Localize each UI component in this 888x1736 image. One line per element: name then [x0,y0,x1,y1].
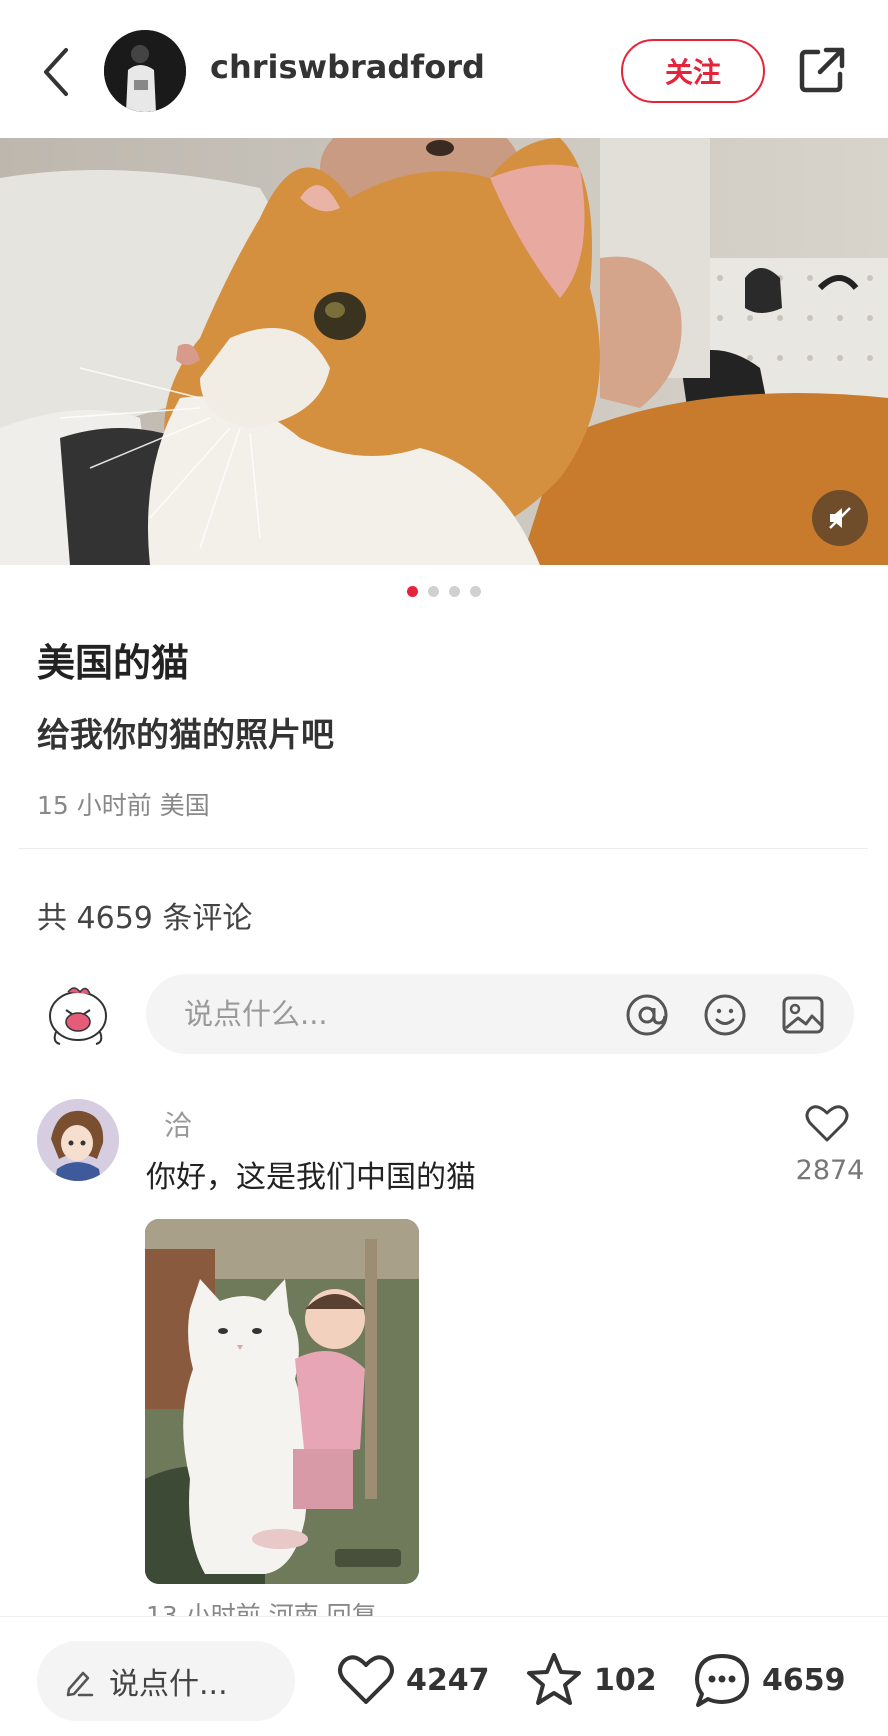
favorite-count: 102 [594,1662,657,1698]
say-something-label: 说点什... [109,1667,228,1702]
heart-icon [338,1655,394,1704]
comments-count: 共 4659 条评论 [37,901,253,936]
pagination-dot[interactable] [470,586,481,597]
comment-like-count: 2874 [795,1155,865,1186]
post-meta: 15 小时前 美国 [37,791,210,820]
comment-button[interactable]: 4659 [692,1647,846,1713]
mute-toggle[interactable] [812,490,868,546]
favorite-button[interactable]: 102 [524,1647,657,1713]
author-avatar[interactable] [104,30,186,112]
speaker-muted-icon [829,507,851,529]
pagination-dot[interactable] [407,586,418,597]
follow-button[interactable]: 关注 [621,39,765,103]
commenter-avatar[interactable] [37,1099,119,1181]
comment-text: 你好，这是我们中国的猫 [146,1160,476,1195]
mention-icon[interactable] [624,992,670,1038]
comment-image[interactable] [145,1219,419,1584]
post-image[interactable] [0,138,888,565]
image-icon[interactable] [780,992,826,1038]
share-icon[interactable] [796,44,848,96]
commenter-name[interactable]: 洽 [164,1104,192,1144]
pagination-dot[interactable] [428,586,439,597]
post-title: 美国的猫 [37,641,190,685]
my-avatar [38,972,118,1052]
image-pagination [0,586,888,602]
comment-count: 4659 [762,1662,846,1698]
emoji-icon[interactable] [702,992,748,1038]
comment-input[interactable] [184,974,584,1054]
back-arrow-icon[interactable] [38,44,78,100]
comment-bubble-icon [695,1654,749,1707]
comment-input-box[interactable] [146,974,854,1054]
author-username[interactable]: chriswbradford [210,48,485,86]
divider [18,848,868,849]
pencil-icon [66,1671,94,1697]
like-button[interactable]: 4247 [336,1647,490,1713]
bottom-action-bar: 说点什... 4247 102 4659 [0,1616,888,1736]
pagination-dot[interactable] [449,586,460,597]
top-bar: chriswbradford 关注 [0,0,888,138]
post-description: 给我你的猫的照片吧 [37,715,334,754]
star-icon [527,1653,581,1705]
comment-like-heart-icon[interactable] [804,1102,850,1144]
say-something-button[interactable]: 说点什... [37,1641,295,1721]
like-count: 4247 [406,1662,490,1698]
